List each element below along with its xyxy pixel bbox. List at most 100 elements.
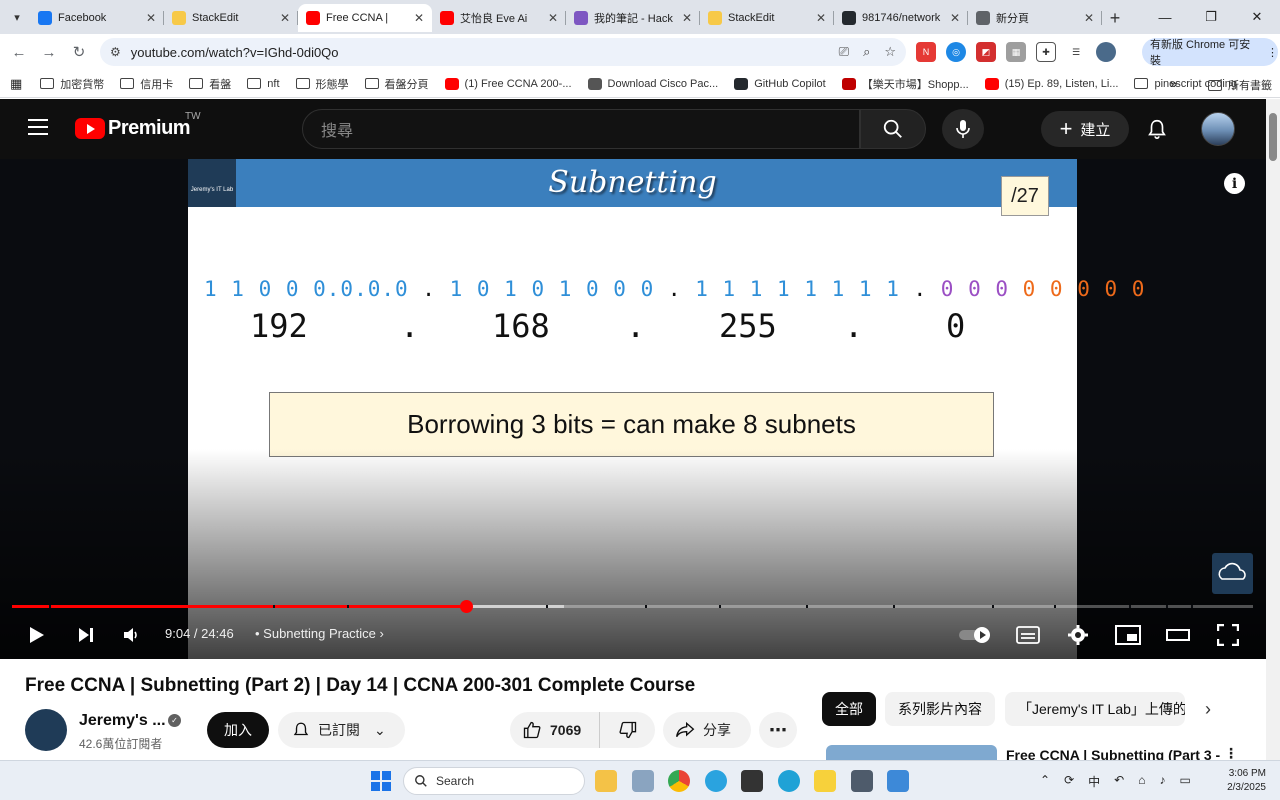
join-button[interactable]: 加入 — [207, 712, 269, 748]
apps-grid-icon[interactable]: ▦ — [10, 76, 22, 92]
minimize-button[interactable]: — — [1142, 0, 1188, 34]
chapter-button[interactable]: • Subnetting Practice › — [255, 626, 384, 641]
tab-close-icon[interactable]: ✕ — [414, 11, 424, 25]
theater-mode-button[interactable] — [1164, 621, 1192, 649]
channel-avatar[interactable] — [25, 709, 67, 751]
search-input[interactable]: 搜尋 — [302, 109, 860, 149]
edge-icon[interactable] — [778, 770, 800, 792]
tab-close-icon[interactable]: ✕ — [146, 11, 156, 25]
bookmark-item[interactable]: GitHub Copilot — [734, 77, 826, 90]
settings-button[interactable] — [1064, 621, 1092, 649]
autoplay-toggle[interactable] — [958, 621, 994, 649]
account-avatar[interactable] — [1201, 112, 1235, 146]
video-player[interactable]: Jeremy's IT Lab Subnetting /27 1 1 0 0 0… — [0, 159, 1266, 659]
channel-watermark[interactable] — [1212, 553, 1253, 594]
close-window-button[interactable]: ✕ — [1234, 0, 1280, 34]
progress-bar[interactable] — [12, 600, 1253, 613]
tab-close-icon[interactable]: ✕ — [816, 11, 826, 25]
browser-tab[interactable]: 新分頁 ✕ — [968, 4, 1102, 32]
youtube-premium-logo[interactable]: Premium TW — [75, 111, 201, 140]
next-button[interactable] — [72, 621, 100, 649]
extensions-puzzle-icon[interactable]: ✚ — [1036, 42, 1056, 62]
all-bookmarks-folder[interactable]: 所有書籤 — [1208, 77, 1272, 93]
notepad-icon[interactable] — [887, 770, 909, 792]
share-button[interactable]: 分享 — [663, 712, 751, 748]
scrollbar-thumb[interactable] — [1269, 113, 1277, 161]
sync-icon[interactable]: ⟳ — [1064, 773, 1074, 790]
browser-tab[interactable]: Facebook ✕ — [30, 4, 164, 32]
miniplayer-button[interactable] — [1114, 621, 1142, 649]
chip-channel-uploads[interactable]: 「Jeremy's IT Lab」上傳的 — [1005, 692, 1185, 726]
profile-icon[interactable] — [1096, 42, 1116, 62]
terminal-icon[interactable] — [741, 770, 763, 792]
extension-new-icon[interactable]: N — [916, 42, 936, 62]
reading-list-icon[interactable]: ☰ — [1066, 42, 1086, 62]
bookmark-item[interactable]: (1) Free CCNA 200-... — [444, 77, 572, 90]
subscribed-button[interactable]: 已訂閱 ⌄ — [278, 712, 405, 748]
maximize-button[interactable]: ❐ — [1188, 0, 1234, 34]
forward-button[interactable]: → — [34, 37, 64, 67]
related-video-title[interactable]: Free CCNA | Subnetting (Part 3 - — [1006, 747, 1220, 760]
site-info-icon[interactable]: ⚙ — [110, 45, 121, 59]
notifications-bell-icon[interactable] — [1146, 117, 1168, 141]
browser-tab[interactable]: 我的筆記 - Hack ✕ — [566, 4, 700, 32]
more-actions-button[interactable]: ⋯ — [759, 712, 797, 748]
browser-tab[interactable]: 艾怡良 Eve Ai ✕ — [432, 4, 566, 32]
taskbar-search[interactable]: Search — [403, 767, 585, 795]
related-more-icon[interactable]: ⋮ — [1224, 745, 1238, 760]
telegram-icon[interactable] — [705, 770, 727, 792]
chip-series[interactable]: 系列影片內容 — [885, 692, 995, 726]
chip-all[interactable]: 全部 — [822, 692, 876, 726]
battery-icon[interactable]: ▭ — [1179, 773, 1190, 790]
start-button[interactable] — [371, 771, 391, 791]
fullscreen-button[interactable] — [1214, 621, 1242, 649]
ime-mode-icon[interactable]: ↶ — [1114, 773, 1124, 790]
info-icon[interactable]: i — [1224, 173, 1245, 194]
chrome-icon[interactable] — [668, 770, 690, 792]
extension-gray-icon[interactable]: ▦ — [1006, 42, 1026, 62]
reload-button[interactable]: ↻ — [64, 37, 94, 67]
bookmarks-overflow-icon[interactable]: » — [1170, 76, 1177, 91]
bookmark-item[interactable]: 信用卡 — [120, 76, 173, 92]
network-icon[interactable]: ⌂ — [1138, 773, 1145, 790]
tab-close-icon[interactable]: ✕ — [280, 11, 290, 25]
bookmark-item[interactable]: Download Cisco Pac... — [587, 77, 718, 90]
new-tab-button[interactable]: + — [1102, 4, 1128, 32]
play-button[interactable] — [22, 621, 50, 649]
browser-tab[interactable]: StackEdit ✕ — [164, 4, 298, 32]
taskbar-clock[interactable]: 3:06 PM 2/3/2025 — [1222, 767, 1266, 795]
browser-tab[interactable]: Free CCNA | ✕ — [298, 4, 432, 32]
calculator-icon[interactable] — [851, 770, 873, 792]
app-icon[interactable] — [632, 770, 654, 792]
extension-circle-icon[interactable]: ◎ — [946, 42, 966, 62]
search-button[interactable] — [860, 109, 926, 149]
tab-close-icon[interactable]: ✕ — [1084, 11, 1094, 25]
stickies-icon[interactable] — [814, 770, 836, 792]
chrome-update-button[interactable]: 有新版 Chrome 可安裝 ⋮ — [1142, 38, 1278, 67]
related-video-thumbnail[interactable] — [826, 745, 997, 760]
cast-icon[interactable]: ⎚ — [839, 44, 849, 60]
page-scrollbar[interactable] — [1266, 99, 1280, 760]
tab-search-button[interactable]: ▾ — [6, 6, 28, 28]
channel-name[interactable]: Jeremy's ... — [79, 712, 166, 730]
chips-next-icon[interactable]: › — [1205, 699, 1211, 720]
bookmark-item[interactable]: 看盤 — [189, 76, 231, 92]
menu-icon[interactable] — [28, 119, 48, 135]
zoom-icon[interactable]: ⌕ — [863, 44, 870, 60]
like-button[interactable]: 7069 — [510, 712, 600, 748]
bookmark-star-icon[interactable]: ☆ — [884, 44, 896, 60]
address-bar[interactable]: ⚙ youtube.com/watch?v=IGhd-0di0Qo ⎚ ⌕ ☆ — [100, 38, 906, 66]
more-menu-icon[interactable]: ⋮ — [1267, 46, 1278, 59]
back-button[interactable]: ← — [4, 37, 34, 67]
bookmark-item[interactable]: 加密貨幣 — [40, 76, 104, 92]
tab-close-icon[interactable]: ✕ — [682, 11, 692, 25]
voice-search-button[interactable] — [942, 109, 984, 149]
bookmark-item[interactable]: 看盤分頁 — [364, 76, 429, 92]
ime-indicator[interactable]: 中 — [1088, 773, 1100, 790]
chevron-up-icon[interactable]: ⌃ — [1040, 773, 1050, 790]
bookmark-item[interactable]: (15) Ep. 89, Listen, Li... — [984, 77, 1118, 90]
dislike-button[interactable] — [600, 720, 655, 740]
subtitles-button[interactable] — [1014, 621, 1042, 649]
bookmark-item[interactable]: nft — [247, 78, 280, 90]
bookmark-item[interactable]: 【樂天市場】Shopp... — [841, 76, 969, 92]
